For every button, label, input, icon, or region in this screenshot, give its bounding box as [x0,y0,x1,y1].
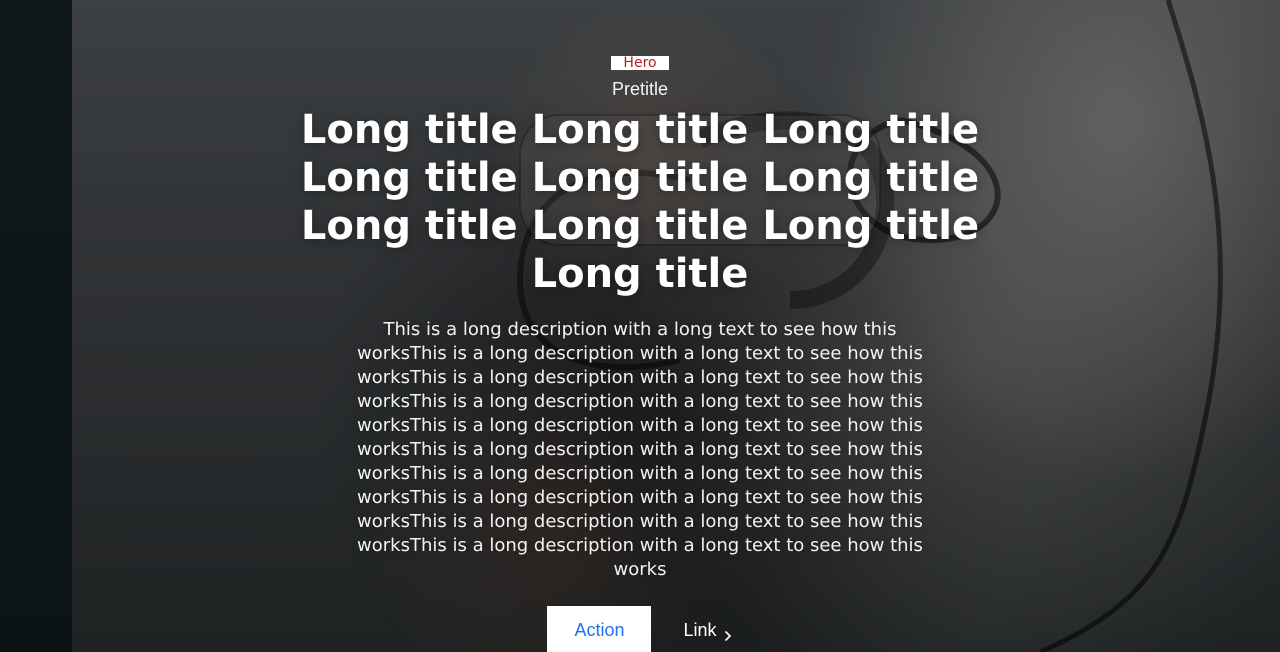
chevron-right-icon [723,625,733,641]
hero-title: Long title Long title Long title Long ti… [300,107,980,297]
hero-content: Hero Pretitle Long title Long title Long… [0,0,1280,652]
hero-link-label: Link [683,619,717,640]
hero-actions: Action Link [547,606,732,652]
hero-action-button[interactable]: Action [547,606,652,652]
hero-description: This is a long description with a long t… [357,319,923,580]
hero-link[interactable]: Link [683,620,732,641]
hero-pretitle: Pretitle [611,79,669,99]
hero-section: Hero Pretitle Long title Long title Long… [0,0,1280,652]
hero-badge: Hero [611,56,669,70]
